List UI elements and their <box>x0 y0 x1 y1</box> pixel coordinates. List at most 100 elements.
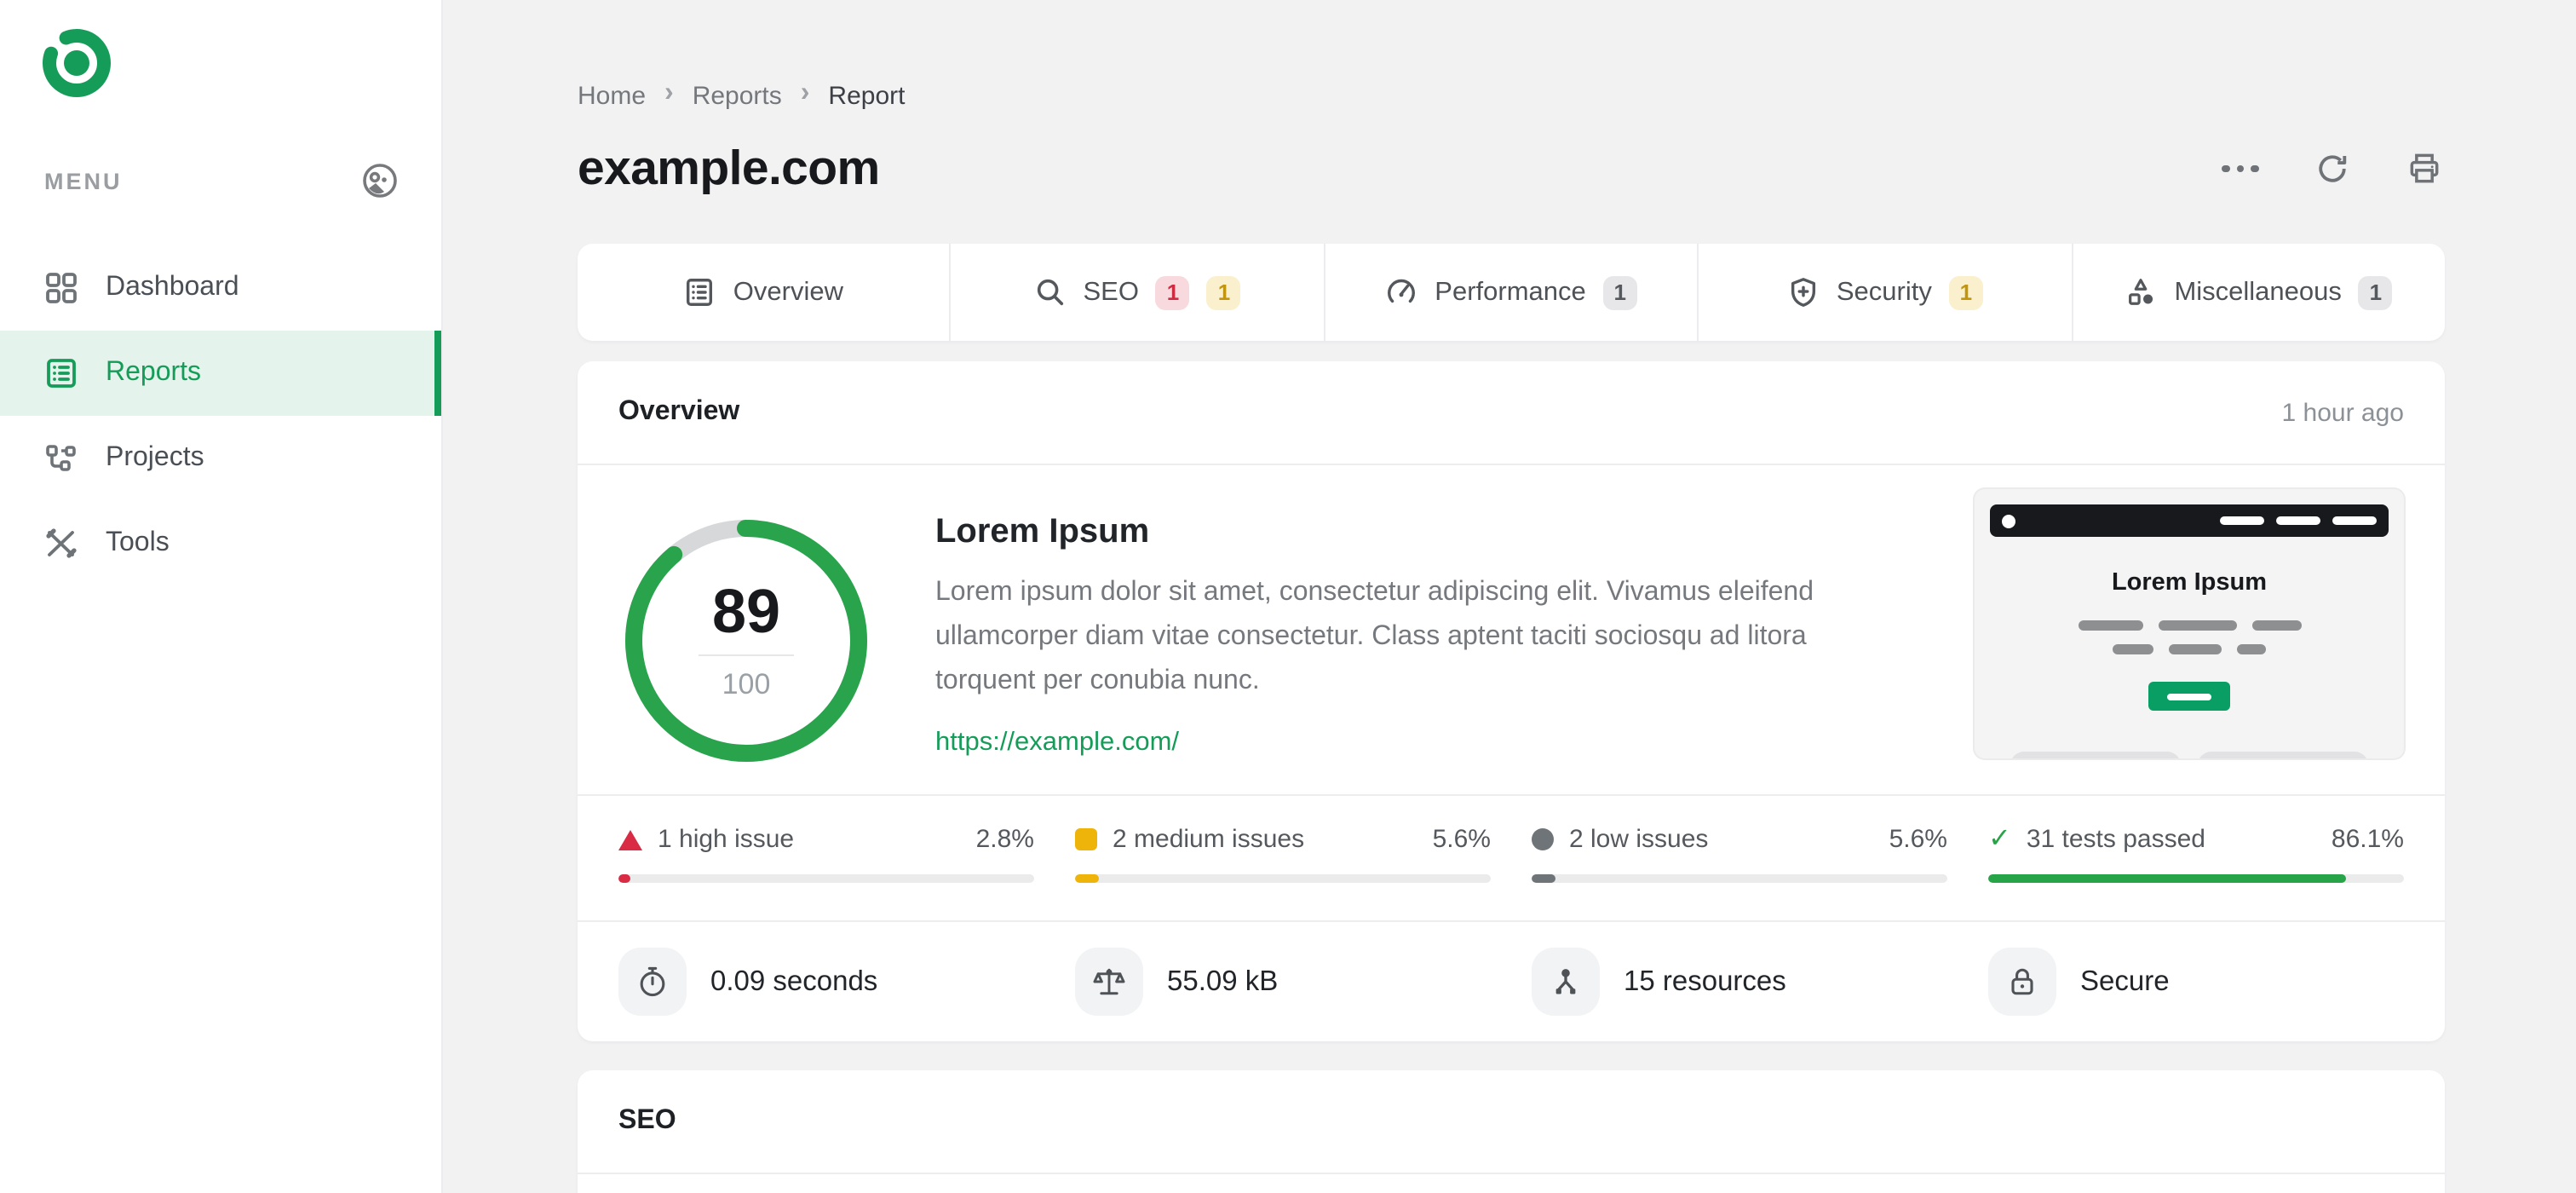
issue-stat-high: 1 high issue 2.8% <box>618 825 1034 920</box>
low-issue-icon <box>1532 828 1554 850</box>
issues-badge: 1 <box>2358 275 2393 309</box>
sidebar-item-label: Reports <box>106 358 202 387</box>
tab-security[interactable]: Security 1 <box>1697 244 2071 341</box>
issue-stat-low: 2 low issues 5.6% <box>1532 825 1947 920</box>
progress-fill <box>618 874 630 883</box>
metric-page-size: 55.09 kB <box>1075 948 1491 1016</box>
tab-seo[interactable]: SEO 1 1 <box>949 244 1324 341</box>
more-actions-button[interactable] <box>2220 148 2261 189</box>
breadcrumb-current: Report <box>828 81 906 110</box>
issues-summary: 1 high issue 2.8% 2 medium issues 5.6% 2… <box>578 794 2445 920</box>
issue-stat-passed: ✓ 31 tests passed 86.1% <box>1988 825 2404 920</box>
overview-card: Overview 1 hour ago 89 100 Lorem Ipsum L… <box>578 361 2445 1041</box>
breadcrumb: Home › Reports › Report <box>578 78 2445 111</box>
sidebar-nav: Dashboard Reports Projects Tools <box>0 245 441 586</box>
lock-icon <box>1988 948 2056 1016</box>
theme-toggle-icon[interactable] <box>359 160 400 201</box>
tab-label: Security <box>1836 277 1932 306</box>
seo-card-body <box>578 1174 2445 1193</box>
check-icon: ✓ <box>1988 824 2011 853</box>
stopwatch-icon <box>618 948 687 1016</box>
site-url-link[interactable]: https://example.com/ <box>935 727 1179 758</box>
tab-label: Overview <box>733 277 843 306</box>
issue-stat-medium: 2 medium issues 5.6% <box>1075 825 1491 920</box>
issue-label: 2 low issues <box>1569 825 1709 854</box>
print-button[interactable] <box>2404 148 2445 189</box>
tab-label: Miscellaneous <box>2174 277 2342 306</box>
sidebar-item-reports[interactable]: Reports <box>0 331 441 416</box>
report-actions <box>2220 148 2445 189</box>
progress-fill <box>1532 874 1555 883</box>
scale-icon <box>1075 948 1143 1016</box>
sidebar-item-tools[interactable]: Tools <box>0 501 441 586</box>
metric-resources: 15 resources <box>1532 948 1947 1016</box>
progress-track <box>618 874 1034 883</box>
issue-percent: 5.6% <box>1889 825 1947 854</box>
report-timestamp: 1 hour ago <box>2281 398 2404 427</box>
app-logo[interactable] <box>41 27 112 99</box>
logo-icon <box>43 29 111 97</box>
tab-performance[interactable]: Performance 1 <box>1323 244 1698 341</box>
shield-icon <box>1787 276 1820 308</box>
medium-issue-icon <box>1075 828 1097 850</box>
shapes-icon <box>2125 276 2157 308</box>
thumbnail-title: Lorem Ipsum <box>2111 569 2268 596</box>
projects-icon <box>44 441 78 475</box>
tab-label: SEO <box>1083 277 1139 306</box>
score-value: 89 <box>711 575 781 645</box>
medium-issues-badge: 1 <box>1206 275 1241 309</box>
overview-section-title: Overview <box>618 397 740 426</box>
reports-icon <box>44 356 78 390</box>
score-ring: 89 100 <box>618 513 874 769</box>
progress-fill <box>1988 874 2347 883</box>
breadcrumb-reports[interactable]: Reports <box>693 81 782 110</box>
site-description: Lorem ipsum dolor sit amet, consectetur … <box>935 578 1814 695</box>
seo-section-title: SEO <box>618 1106 676 1135</box>
thumbnail-navbar <box>1990 504 2389 537</box>
progress-track <box>1075 874 1491 883</box>
thumbnail-button <box>2148 682 2230 711</box>
resources-icon <box>1532 948 1600 1016</box>
tab-miscellaneous[interactable]: Miscellaneous 1 <box>2071 244 2445 341</box>
tab-overview[interactable]: Overview <box>578 244 950 341</box>
high-issue-icon <box>618 829 642 850</box>
report-tabs: Overview SEO 1 1 Performance 1 Security … <box>578 244 2445 341</box>
gauge-icon <box>1385 276 1417 308</box>
seo-card: SEO <box>578 1070 2445 1193</box>
metric-label: 0.09 seconds <box>710 965 878 996</box>
sidebar-item-dashboard[interactable]: Dashboard <box>0 245 441 331</box>
issue-percent: 5.6% <box>1432 825 1491 854</box>
sidebar-item-projects[interactable]: Projects <box>0 416 441 501</box>
progress-track <box>1988 874 2404 883</box>
issues-badge: 1 <box>1602 275 1637 309</box>
progress-fill <box>1075 874 1099 883</box>
issue-percent: 86.1% <box>2331 825 2404 854</box>
overview-icon <box>684 276 716 308</box>
tools-icon <box>44 527 78 561</box>
medium-issues-badge: 1 <box>1948 275 1983 309</box>
main-content: Home › Reports › Report example.com Over… <box>443 0 2576 1193</box>
score-max: 100 <box>722 667 771 700</box>
printer-icon <box>2410 153 2439 183</box>
issue-label: 1 high issue <box>658 825 795 854</box>
metric-load-time: 0.09 seconds <box>618 948 1034 1016</box>
score-divider <box>699 654 794 655</box>
ellipsis-icon <box>2222 164 2259 173</box>
sidebar-item-label: Projects <box>106 443 204 472</box>
issue-percent: 2.8% <box>975 825 1034 854</box>
sidebar-item-label: Dashboard <box>106 273 239 302</box>
chevron-right-icon: › <box>664 78 674 107</box>
breadcrumb-home[interactable]: Home <box>578 81 646 110</box>
metric-security: Secure <box>1988 948 2404 1016</box>
sidebar: MENU Dashboard Reports Projects Tools <box>0 0 443 1193</box>
menu-label: MENU <box>44 168 123 193</box>
metric-label: 15 resources <box>1624 965 1786 996</box>
report-app: { "colors": { "brand_green":"#169c59", "… <box>0 0 2576 1193</box>
refresh-icon <box>2319 155 2347 182</box>
dashboard-icon <box>44 271 78 305</box>
site-heading: Lorem Ipsum <box>935 513 1150 550</box>
search-icon <box>1033 276 1066 308</box>
sidebar-item-label: Tools <box>106 528 170 557</box>
refresh-button[interactable] <box>2312 148 2353 189</box>
progress-track <box>1532 874 1947 883</box>
